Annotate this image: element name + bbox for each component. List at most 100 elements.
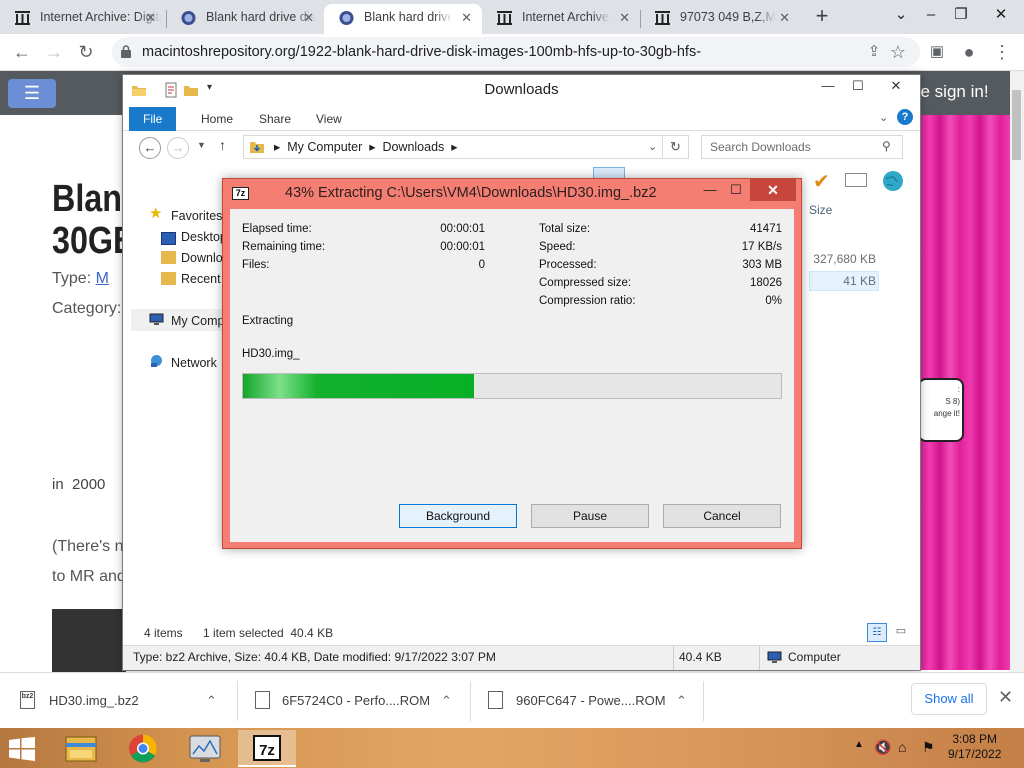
details-view-icon[interactable]: ☷ (867, 623, 887, 642)
share-icon[interactable]: ⇪ (862, 40, 886, 64)
tray-overflow-icon[interactable]: ▲ (854, 739, 864, 750)
close-icon[interactable]: ✕ (145, 4, 156, 31)
window-icon[interactable] (845, 173, 867, 187)
window-close-icon[interactable]: ✕ (986, 0, 1016, 30)
chevron-up-icon[interactable]: ⌃ (676, 673, 687, 729)
size-column-header[interactable]: Size (809, 203, 832, 217)
nav-recent-places[interactable]: Recent places (181, 272, 226, 286)
back-arrow-icon[interactable]: ← (139, 137, 161, 159)
clock-time: 3:08 PM (952, 732, 998, 746)
profile-avatar-icon[interactable]: ● (957, 40, 981, 64)
address-my-computer[interactable]: My Computer (287, 140, 362, 154)
ribbon-tab-view[interactable]: View (302, 107, 356, 131)
monitor-app-icon (189, 735, 221, 762)
page-scrollbar-thumb[interactable] (1012, 90, 1021, 160)
checkmark-icon[interactable]: ✔ (813, 169, 830, 194)
tab-97073[interactable]: 97073 049 B,Z,Mac ✕ (640, 4, 800, 34)
tab-blank-hard-drive-1[interactable]: Blank hard drive disk ✕ (166, 4, 324, 34)
tab-internet-archive-search[interactable]: Internet Archive Search ✕ (482, 4, 640, 34)
ribbon-expand-chevron-icon[interactable]: ⌄ (879, 111, 888, 124)
download-item[interactable]: bz2 HD30.img_.bz2 ⌃ (20, 673, 230, 729)
address-dropdown-icon[interactable]: ⌄ (648, 140, 657, 153)
close-shelf-icon[interactable]: ✕ (998, 687, 1013, 708)
chevron-up-icon[interactable]: ⌃ (206, 673, 217, 729)
chrome-taskbar-button[interactable] (114, 730, 172, 767)
bubble-line: : (957, 385, 960, 394)
help-icon[interactable]: ? (897, 109, 913, 125)
volume-muted-icon[interactable]: 🔇 (874, 739, 891, 756)
refresh-icon[interactable]: ↻ (663, 135, 689, 159)
monitor-taskbar-button[interactable] (176, 730, 234, 767)
ribbon-tab-file[interactable]: File (129, 107, 177, 131)
chevron-up-icon[interactable]: ⌃ (441, 673, 452, 729)
close-icon[interactable]: ✕ (779, 4, 790, 31)
show-all-downloads-button[interactable]: Show all (911, 683, 987, 715)
signin-banner-text[interactable]: se sign in! (912, 82, 989, 102)
taskbar-clock[interactable]: 3:08 PM 9/17/2022 (948, 732, 1001, 762)
menu-kebab-icon[interactable]: ⋮ (990, 40, 1014, 64)
tab-search-chevron-icon[interactable]: ⌄ (886, 0, 916, 30)
action-center-icon[interactable]: ⚑ (922, 739, 935, 756)
explorer-status-bar: 4 items 1 item selected 40.4 KB ☷ ▭ (123, 623, 920, 645)
nav-favorites[interactable]: Favorites (171, 209, 222, 223)
nav-downloads[interactable]: Downloads (181, 251, 226, 265)
minimize-icon[interactable]: — (813, 75, 843, 97)
compression-ratio-label: Compression ratio: (539, 295, 636, 307)
type-link[interactable]: M (96, 270, 109, 287)
file-explorer-taskbar-button[interactable] (52, 730, 110, 767)
recent-locations-chevron-icon[interactable]: ▼ (197, 140, 206, 150)
large-icons-view-icon[interactable]: ▭ (891, 623, 911, 642)
nav-desktop[interactable]: Desktop (181, 230, 226, 244)
sevenzip-icon: 7z (232, 187, 249, 200)
globe-icon[interactable] (881, 169, 905, 193)
close-icon[interactable]: ✕ (461, 4, 472, 31)
bookmark-star-icon[interactable]: ☆ (886, 40, 910, 64)
back-arrow-icon[interactable]: ← (10, 40, 34, 64)
maximize-icon[interactable]: ☐ (725, 179, 747, 201)
up-arrow-icon[interactable]: ↑ (219, 137, 226, 153)
sevenzip-taskbar-button[interactable]: 7z (238, 730, 296, 767)
cancel-button[interactable]: Cancel (663, 504, 781, 528)
download-item[interactable]: 6F5724C0 - Perfo....ROM ⌃ (255, 673, 465, 729)
dialog-title: 43% Extracting C:\Users\VM4\Downloads\HD… (285, 185, 657, 201)
windows-start-icon[interactable] (8, 737, 36, 761)
search-icon: ⚲ (882, 139, 891, 153)
address-downloads[interactable]: Downloads (382, 140, 444, 154)
side-panel-icon[interactable]: ▣ (925, 40, 949, 64)
download-item[interactable]: 960FC647 - Powe....ROM ⌃ (488, 673, 698, 729)
network-tray-icon[interactable]: ⌂ (898, 739, 906, 755)
address-bar[interactable]: macintoshrepository.org/1922-blank-hard-… (112, 37, 920, 67)
forward-arrow-icon[interactable]: → (42, 40, 66, 64)
dialog-body: Elapsed time: 00:00:01 Remaining time: 0… (230, 209, 794, 542)
ribbon-tab-home[interactable]: Home (187, 107, 247, 131)
restore-icon[interactable]: ❐ (946, 0, 976, 30)
minimize-icon[interactable]: – (916, 0, 946, 30)
pause-button[interactable]: Pause (531, 504, 649, 528)
tab-blank-hard-drive-2-active[interactable]: Blank hard drive disk ✕ (324, 4, 482, 34)
forward-arrow-icon[interactable]: → (167, 137, 189, 159)
reload-icon[interactable]: ↻ (74, 40, 98, 64)
computer-icon (767, 651, 782, 663)
total-size-label: Total size: (539, 223, 591, 235)
shelf-separator (703, 681, 704, 721)
close-icon[interactable]: ✕ (303, 4, 314, 31)
close-icon[interactable]: ✕ (619, 4, 630, 31)
ribbon-tab-share[interactable]: Share (245, 107, 305, 131)
nav-my-computer[interactable]: My Computer (171, 314, 226, 328)
tab-title: Internet Archive Search (522, 10, 610, 24)
desktop-icon (161, 232, 176, 245)
tab-title: Internet Archive: Digital (40, 10, 162, 24)
nav-network[interactable]: Network (171, 356, 217, 370)
new-tab-button[interactable]: + (810, 4, 834, 30)
dialog-close-icon[interactable]: ✕ (750, 179, 796, 201)
background-button[interactable]: Background (399, 504, 517, 528)
explorer-search-input[interactable]: Search Downloads ⚲ (701, 135, 903, 159)
tab-internet-archive[interactable]: Internet Archive: Digital ✕ (0, 4, 166, 34)
page-scrollbar[interactable] (1010, 71, 1024, 672)
explorer-address-bar[interactable]: ▸ My Computer ▸ Downloads ▸ ⌄ (243, 135, 663, 159)
operation-text: Extracting (242, 315, 294, 327)
minimize-icon[interactable]: — (699, 179, 721, 201)
hamburger-menu-button[interactable]: ☰ (8, 79, 56, 108)
maximize-icon[interactable]: ☐ (843, 75, 873, 97)
window-close-icon[interactable]: ✕ (879, 75, 913, 97)
